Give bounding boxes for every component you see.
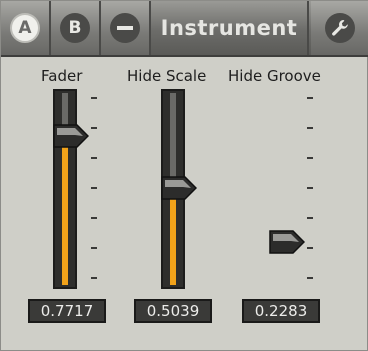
scale-tick <box>91 277 97 279</box>
wrench-icon <box>325 13 355 43</box>
fader-slider-track[interactable] <box>53 89 77 289</box>
fader-fill <box>62 134 68 285</box>
hide-groove-value-field[interactable]: 0.2283 <box>242 299 320 323</box>
scale-tick <box>91 157 97 159</box>
tab-a-label: A <box>10 13 40 43</box>
tab-b-label: B <box>60 13 90 43</box>
fader-scale-ticks <box>91 97 99 281</box>
scale-tick <box>91 247 97 249</box>
scale-tick <box>91 97 97 99</box>
hide-scale-label: Hide Scale <box>127 67 207 85</box>
scale-tick <box>91 187 97 189</box>
fader-value-field[interactable]: 0.7717 <box>28 299 106 323</box>
minus-icon <box>110 13 140 43</box>
hide-groove-label: Hide Groove <box>228 67 321 85</box>
scale-tick <box>307 127 313 129</box>
scale-tick <box>307 97 313 99</box>
scale-tick <box>307 157 313 159</box>
hide-groove-scale-ticks <box>307 97 315 281</box>
header-bar: A B Instrument <box>1 1 368 57</box>
settings-button[interactable] <box>311 1 368 55</box>
hide-scale-slider-handle[interactable] <box>161 175 197 201</box>
minimize-button[interactable] <box>101 1 151 55</box>
scale-tick <box>307 247 313 249</box>
fader-label: Fader <box>41 67 83 85</box>
instrument-panel: A B Instrument Fader Hide Scale Hide Gro… <box>0 0 368 351</box>
tab-a-button[interactable]: A <box>1 1 51 55</box>
scale-tick <box>91 217 97 219</box>
scale-tick <box>91 127 97 129</box>
hide-scale-value-field[interactable]: 0.5039 <box>134 299 212 323</box>
fader-slider-handle[interactable] <box>53 123 89 149</box>
tab-b-button[interactable]: B <box>51 1 101 55</box>
panel-title: Instrument <box>151 1 309 55</box>
scale-tick <box>307 217 313 219</box>
scale-tick <box>307 277 313 279</box>
scale-tick <box>307 187 313 189</box>
hide-groove-slider-handle[interactable] <box>269 229 305 255</box>
